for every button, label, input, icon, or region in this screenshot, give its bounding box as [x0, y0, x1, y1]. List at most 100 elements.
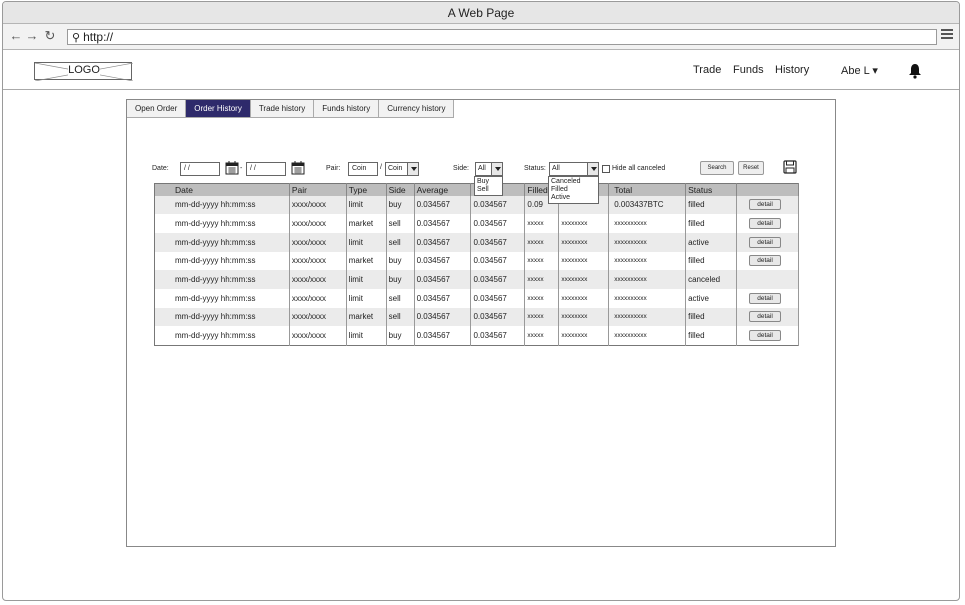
table-cell-type: limit	[346, 326, 387, 345]
col-pair[interactable]: Pair	[289, 183, 347, 196]
bell-icon[interactable]	[908, 63, 922, 79]
logo-text: LOGO	[68, 64, 100, 76]
table-cell-amount: xxxxxxxx	[558, 232, 610, 252]
date-to-input[interactable]: / /	[246, 162, 286, 176]
detail-button[interactable]: detail	[749, 236, 781, 248]
side-label: Side:	[453, 165, 469, 172]
table-cell-price: 0.034567	[470, 288, 526, 308]
detail-button[interactable]: detail	[749, 329, 781, 341]
status-dropdown-menu: Canceled Filled Active	[548, 176, 599, 204]
save-icon[interactable]	[783, 160, 797, 174]
table-row[interactable]: mm-dd-yyyy hh:mm:ss xxxx/xxxx limit sell 0.0…	[154, 232, 799, 252]
table-row[interactable]: mm-dd-yyyy hh:mm:ss xxxx/xxxx limit sell 0.0…	[154, 288, 799, 308]
table-cell-status: filled	[685, 326, 737, 345]
col-type[interactable]: Type	[346, 183, 387, 196]
nav-link-trade[interactable]: Trade	[693, 64, 721, 76]
table-cell-total: xxxxxxxxxx	[608, 270, 687, 289]
table-row[interactable]: mm-dd-yyyy hh:mm:ss xxxx/xxxx market sell 0.…	[154, 307, 799, 327]
tab-currency-history[interactable]: Currency history	[379, 100, 455, 118]
side-select[interactable]: All	[475, 162, 503, 176]
table-cell-side: sell	[386, 307, 415, 327]
date-label: Date:	[152, 165, 169, 172]
date-from-input[interactable]: / /	[180, 162, 220, 176]
table-cell-filled: xxxxx	[524, 270, 560, 289]
detail-button[interactable]: detail	[749, 218, 781, 230]
detail-button[interactable]: detail	[749, 292, 781, 304]
table-cell-status: filled	[685, 307, 737, 327]
detail-button[interactable]: detail	[749, 255, 781, 267]
reset-button[interactable]: Reset	[738, 161, 764, 175]
table-cell-date: mm-dd-yyyy hh:mm:ss	[154, 307, 290, 327]
date-separator: -	[240, 165, 243, 172]
table-row[interactable]: mm-dd-yyyy hh:mm:ss xxxx/xxxx market sell 0.…	[154, 214, 799, 233]
table-cell-amount: xxxxxxxx	[558, 307, 610, 327]
side-option-sell[interactable]: Sell	[477, 186, 500, 194]
logo[interactable]: LOGO	[34, 62, 133, 81]
table-cell-side: buy	[386, 326, 415, 345]
status-select[interactable]: All	[549, 162, 599, 176]
table-cell-total: 0.003437BTC	[608, 195, 687, 215]
chevron-down-icon	[491, 163, 502, 175]
table-cell-price: 0.034567	[470, 232, 526, 252]
nav-link-funds[interactable]: Funds	[733, 64, 764, 76]
pair-coin-select-value: Coin	[388, 165, 403, 172]
table-cell-type: limit	[346, 195, 387, 215]
table-cell-average: 0.034567	[414, 307, 472, 327]
status-option-filled[interactable]: Filled	[551, 186, 596, 194]
table-cell-average: 0.034567	[414, 214, 472, 233]
status-option-canceled[interactable]: Canceled	[551, 178, 596, 186]
table-cell-total: xxxxxxxxxx	[608, 232, 687, 252]
col-status[interactable]: Status	[685, 183, 737, 196]
status-option-active[interactable]: Active	[551, 194, 596, 202]
pair-coin-input[interactable]: Coin	[348, 162, 378, 176]
url-text: http://	[83, 30, 114, 44]
table-cell-side: sell	[386, 232, 415, 252]
table-cell-filled: xxxxx	[524, 326, 560, 345]
col-average[interactable]: Average	[414, 183, 472, 196]
table-cell-price: 0.034567	[470, 251, 526, 271]
hide-canceled-checkbox[interactable]	[602, 165, 610, 173]
table-cell-filled: xxxxx	[524, 214, 560, 233]
col-side[interactable]: Side	[386, 183, 415, 196]
table-row[interactable]: mm-dd-yyyy hh:mm:ss xxxx/xxxx market buy 0.0…	[154, 251, 799, 271]
table-cell-type: market	[346, 214, 387, 233]
search-button[interactable]: Search	[700, 161, 734, 175]
table-cell-total: xxxxxxxxxx	[608, 288, 687, 308]
hamburger-menu-icon[interactable]	[941, 29, 953, 41]
back-arrow-icon[interactable]: ←	[9, 28, 23, 43]
table-cell-action: detail	[736, 195, 799, 215]
detail-button[interactable]: detail	[749, 199, 781, 211]
col-total[interactable]: Total	[608, 183, 687, 196]
side-option-buy[interactable]: Buy	[477, 178, 500, 186]
table-cell-average: 0.034567	[414, 251, 472, 271]
reload-icon[interactable]: ↻	[43, 28, 57, 44]
detail-button[interactable]: detail	[749, 311, 781, 323]
calendar-icon[interactable]	[291, 161, 305, 175]
table-cell-action: detail	[736, 232, 799, 252]
table-row[interactable]: mm-dd-yyyy hh:mm:ss xxxx/xxxx limit buy 0.03…	[154, 270, 799, 289]
table-cell-status: canceled	[685, 270, 737, 289]
table-cell-amount: xxxxxxxx	[558, 270, 610, 289]
order-history-table: Date Pair Type Side Average Filled Total…	[154, 183, 799, 346]
tab-open-order[interactable]: Open Order	[127, 100, 187, 118]
pair-coin-select[interactable]: Coin	[385, 162, 419, 176]
url-field[interactable]: ⚲ http://	[67, 29, 937, 45]
pair-label: Pair:	[326, 165, 341, 172]
table-cell-pair: xxxx/xxxx	[289, 195, 347, 215]
calendar-icon[interactable]	[225, 161, 239, 175]
user-menu[interactable]: Abe L ▾	[841, 64, 878, 77]
nav-link-history[interactable]: History	[775, 64, 809, 76]
table-row[interactable]: mm-dd-yyyy hh:mm:ss xxxx/xxxx limit buy 0.03…	[154, 326, 799, 345]
tab-trade-history[interactable]: Trade history	[250, 100, 315, 118]
tab-order-history[interactable]: Order History	[186, 100, 251, 118]
tab-funds-history[interactable]: Funds history	[314, 100, 380, 118]
table-cell-action: detail	[736, 288, 799, 308]
col-date[interactable]: Date	[154, 183, 290, 196]
table-cell-action: detail	[736, 307, 799, 327]
table-cell-date: mm-dd-yyyy hh:mm:ss	[154, 270, 290, 289]
top-navigation: LOGO Trade Funds History Abe L ▾	[3, 50, 959, 90]
table-cell-status: filled	[685, 214, 737, 233]
forward-arrow-icon[interactable]: →	[25, 28, 39, 43]
table-cell-action: detail	[736, 326, 799, 345]
table-row[interactable]: mm-dd-yyyy hh:mm:ss xxxx/xxxx limit buy 0.03…	[154, 195, 799, 215]
